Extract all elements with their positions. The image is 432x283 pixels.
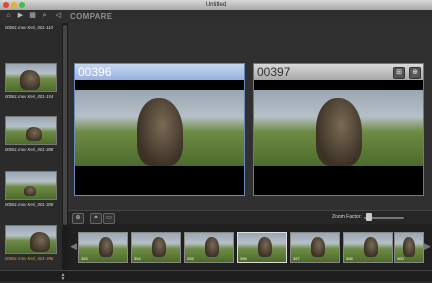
clip-thumbnail	[5, 225, 57, 254]
compare-panel-right[interactable]: 00397 ⊞ ⊕	[253, 63, 424, 196]
video-frame	[254, 80, 423, 195]
zoom-factor-label: Zoom Factor:	[332, 214, 362, 220]
panel-header: 00397 ⊞ ⊕	[254, 64, 423, 80]
clip-item[interactable]: 00061.mov Keri_001-154	[5, 63, 57, 99]
compare-area: 00396 00397 ⊞ ⊕	[68, 23, 432, 210]
frame-label: 396	[240, 256, 247, 261]
filmstrip-frame[interactable]: 400	[394, 232, 424, 263]
panel-header: 00396	[75, 64, 244, 80]
filmstrip-frame[interactable]: 397	[290, 232, 340, 263]
frame-number: 00397	[257, 65, 291, 79]
frame-label: 398	[346, 256, 353, 261]
compare-label: COMPARE	[70, 12, 113, 21]
target-icon[interactable]: ⊕	[409, 67, 421, 79]
filmstrip-frame[interactable]: 398	[343, 232, 393, 263]
clip-label: 00061.mov Keri_001-308	[5, 202, 54, 207]
clip-sidebar: 00061.mov Keri_001-110 00061.mov Keri_00…	[0, 23, 62, 270]
frame-label: 393	[81, 256, 88, 261]
toolbar: ⌂ ▶ ▦ ⌕ ◁ COMPARE	[0, 10, 432, 23]
controls-bar: ⊕ ⌗ ▭ Zoom Factor:	[68, 210, 432, 225]
filmstrip-frame[interactable]: 395	[184, 232, 234, 263]
crop-icon[interactable]: ⌗	[90, 213, 102, 224]
scroll-right-icon[interactable]: ▶	[424, 240, 431, 252]
clip-thumbnail	[5, 63, 57, 92]
search-icon[interactable]: ⌕	[40, 12, 49, 20]
clip-thumbnail	[5, 171, 57, 200]
grid-icon[interactable]: ▦	[28, 12, 37, 20]
status-bar: ▲ ▼	[0, 270, 432, 282]
back-icon[interactable]: ◁	[54, 12, 63, 20]
clip-label: 00061.mov Keri_001-154	[5, 94, 54, 99]
home-icon[interactable]: ⌂	[4, 12, 13, 20]
compare-panel-left[interactable]: 00396	[74, 63, 245, 196]
frame-label: 400	[397, 256, 404, 261]
scroll-left-icon[interactable]: ◀	[70, 240, 77, 252]
export-icon[interactable]: ⊞	[393, 67, 405, 79]
frame-label: 397	[293, 256, 300, 261]
clip-item[interactable]: 00061.mov Keri_001-308	[5, 171, 57, 207]
window-title: Untitled	[205, 2, 227, 8]
frame-label: 395	[187, 256, 194, 261]
target-icon[interactable]: ⊕	[72, 213, 84, 224]
clip-item[interactable]: 00061.mov Keri_001-388	[5, 116, 57, 152]
filmstrip-frame[interactable]: 394	[131, 232, 181, 263]
frame-number: 00396	[78, 65, 112, 79]
frame-label: 394	[134, 256, 141, 261]
filmstrip: ◀ 393 394 395 396 397 398 400 ▶	[68, 224, 432, 270]
video-frame	[75, 80, 244, 195]
filmstrip-frame[interactable]: 393	[78, 232, 128, 263]
frame-icon[interactable]: ▭	[103, 213, 115, 224]
scrollbar-thumb[interactable]	[63, 25, 67, 225]
clip-label: 00061.mov Keri_001-110	[5, 25, 53, 30]
clip-item-selected[interactable]: 00061.mov Keri_001-396	[5, 225, 57, 261]
play-icon[interactable]: ▶	[16, 12, 25, 20]
clip-thumbnail	[5, 116, 57, 145]
zoom-slider-knob[interactable]	[366, 213, 372, 221]
filmstrip-frame-selected[interactable]: 396	[237, 232, 287, 263]
clip-label: 00061.mov Keri_001-396	[5, 256, 54, 261]
clip-item[interactable]: 00061.mov Keri_001-110	[5, 23, 55, 30]
clip-label: 00061.mov Keri_001-388	[5, 147, 54, 152]
